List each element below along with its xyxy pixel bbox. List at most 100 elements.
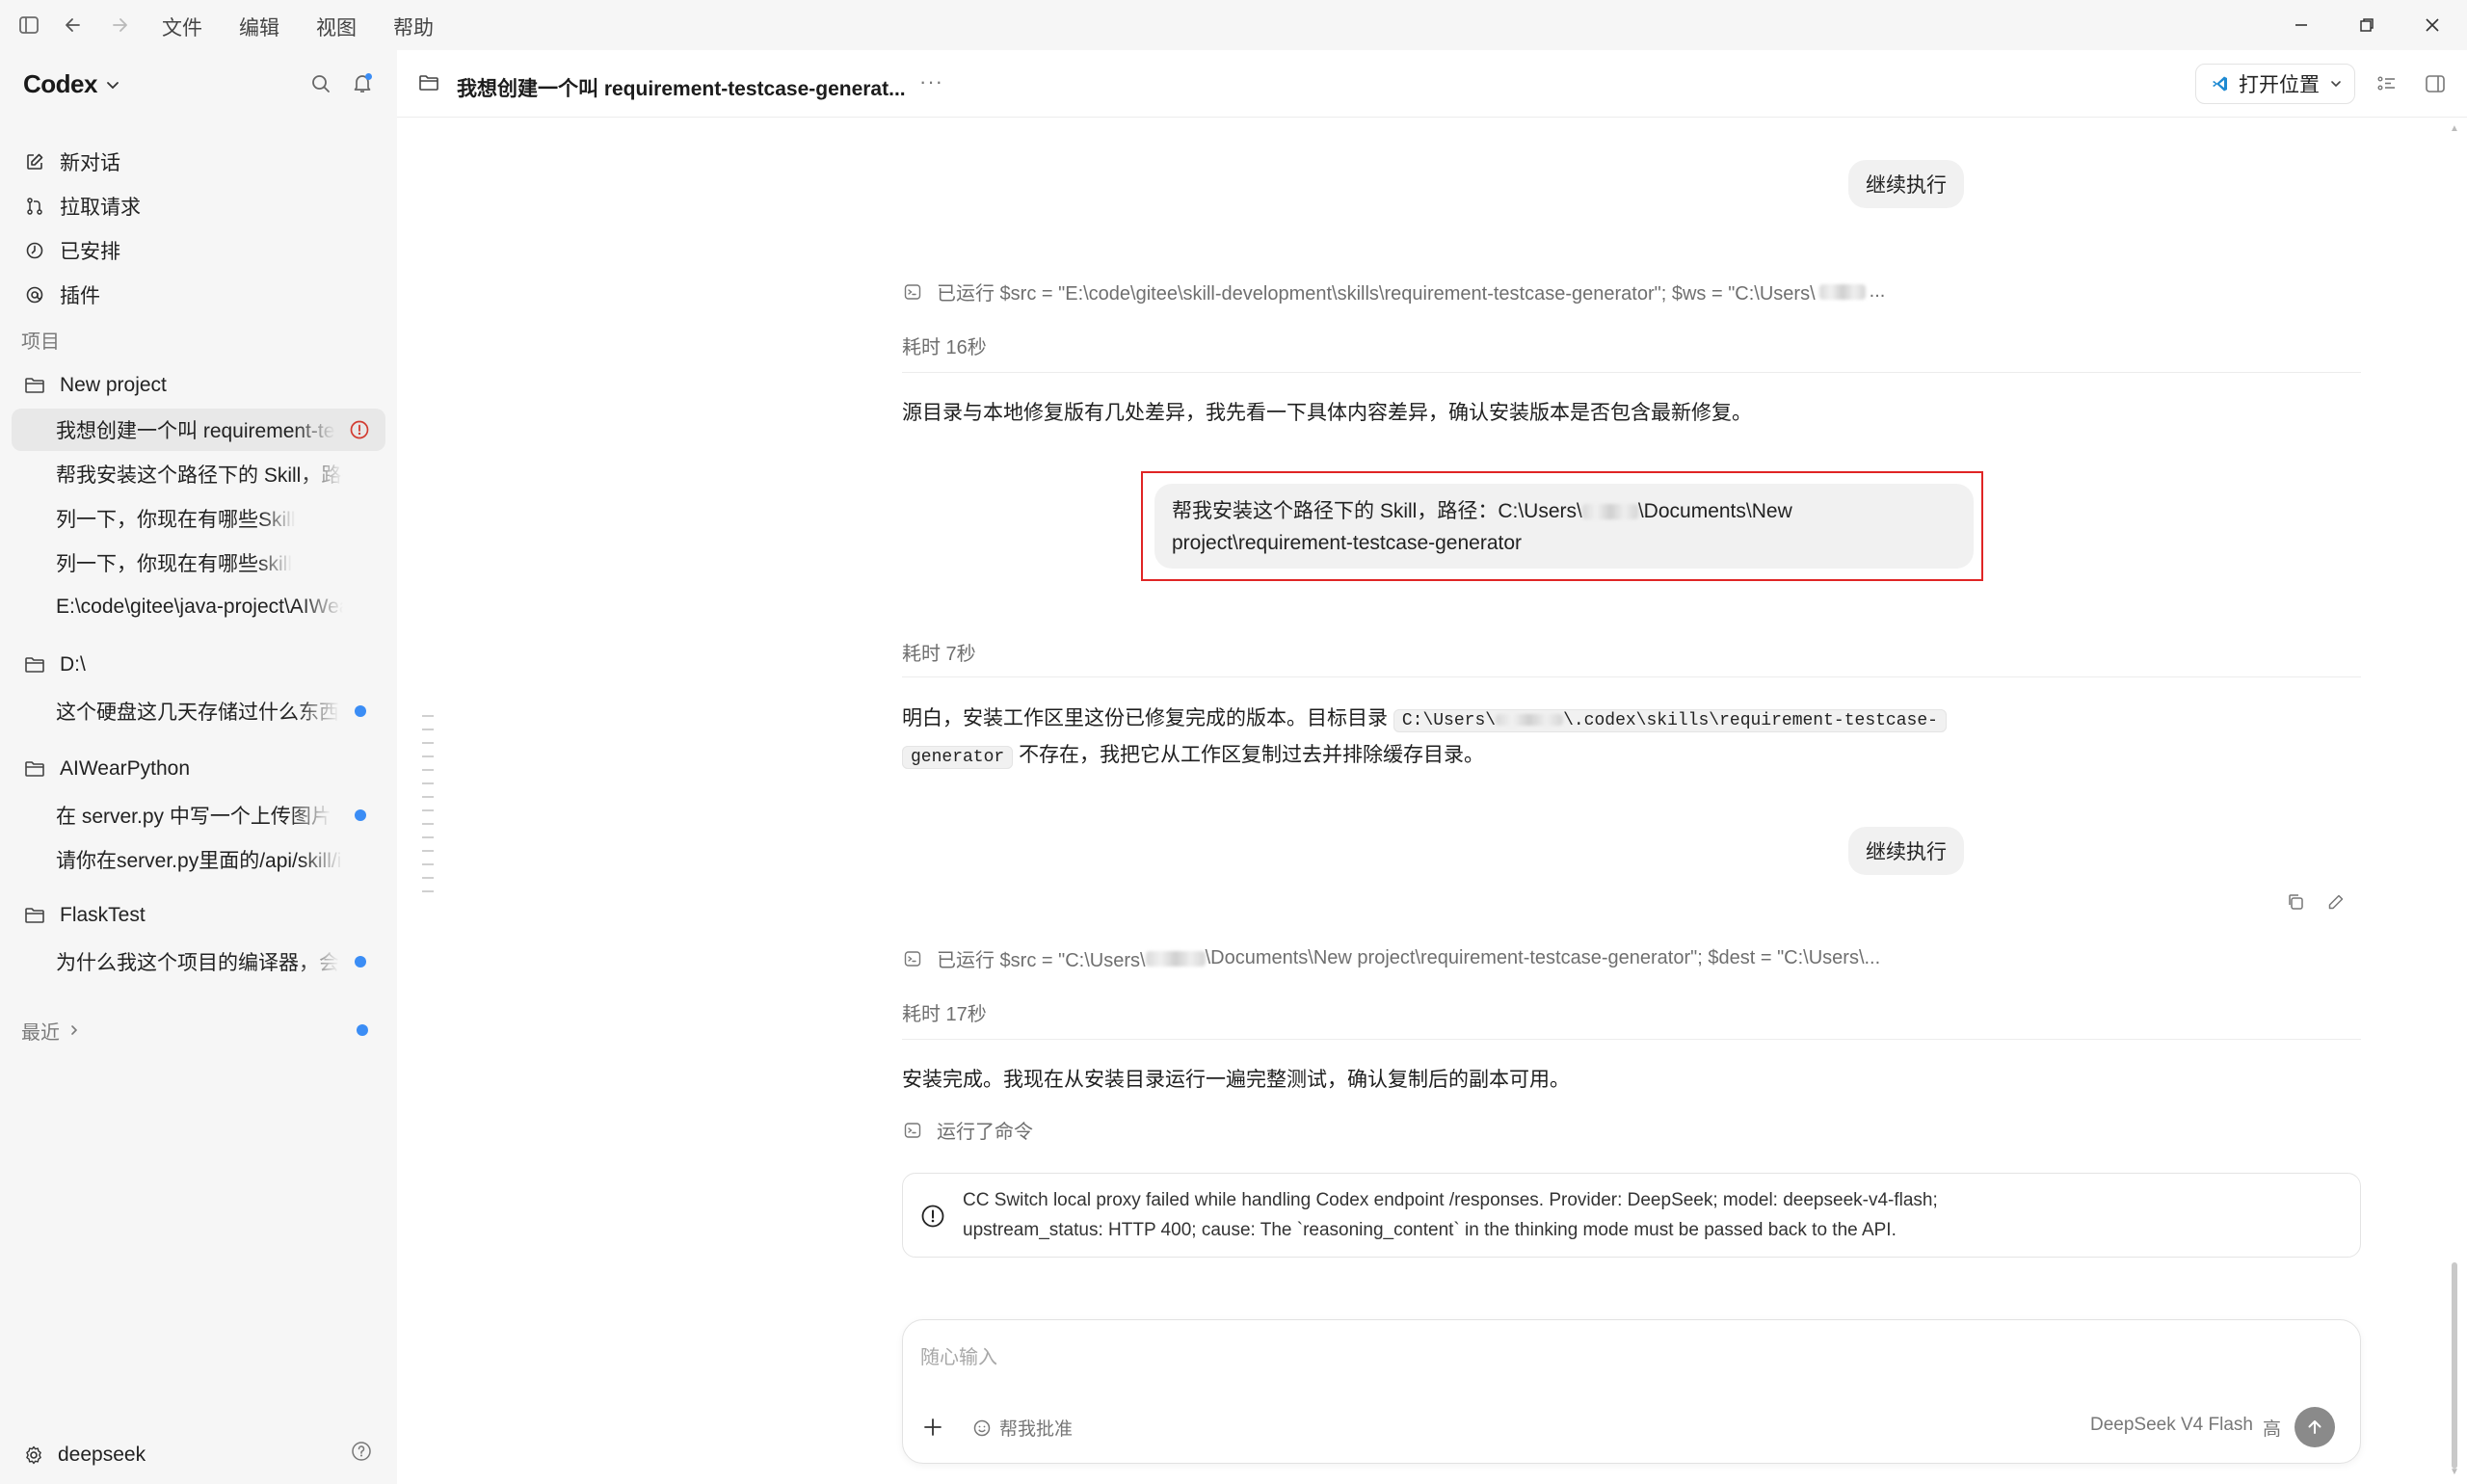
search-icon[interactable] bbox=[310, 73, 332, 99]
scroll-up-arrow-icon[interactable]: ▲ bbox=[2450, 123, 2459, 134]
workspace-switcher[interactable]: Codex bbox=[23, 69, 120, 99]
chevron-down-icon bbox=[105, 77, 120, 93]
thread-item[interactable]: 列一下，你现在有哪些skill bbox=[12, 542, 385, 584]
close-button[interactable] bbox=[2415, 8, 2450, 42]
user-message-text: project\requirement-testcase-generator bbox=[1172, 532, 1523, 554]
edit-pencil-icon[interactable] bbox=[2326, 892, 2346, 912]
more-options-button[interactable]: ··· bbox=[919, 69, 943, 94]
copy-icon[interactable] bbox=[2286, 892, 2305, 912]
thread-title: 请你在server.py里面的/api/skill/image bbox=[56, 850, 343, 872]
thread-header: 我想创建一个叫 requirement-testcase-generat... … bbox=[397, 50, 2467, 118]
thread-item[interactable]: 帮我安装这个路径下的 Skill，路径： bbox=[12, 453, 385, 495]
error-text-line: upstream_status: HTTP 400; cause: The `r… bbox=[963, 1220, 1897, 1240]
assistant-message: 明白，安装工作区里这份已修复完成的版本。目标目录 C:\Users\ \.code… bbox=[902, 702, 2361, 775]
terminal-icon bbox=[902, 281, 923, 303]
redacted-text bbox=[1818, 283, 1866, 300]
project-name: D:\ bbox=[60, 653, 86, 676]
thread-item[interactable]: 在 server.py 中写一个上传图片 bbox=[12, 794, 385, 836]
command-text-tail: ... bbox=[1869, 280, 1886, 302]
project-aiwearpython[interactable]: AIWearPython bbox=[12, 748, 385, 790]
user-message-text: 继续执行 bbox=[1866, 841, 1947, 863]
error-icon bbox=[349, 419, 370, 440]
smile-icon bbox=[972, 1418, 992, 1438]
model-name: DeepSeek V4 Flash bbox=[2089, 1415, 2253, 1435]
nav-label: 已安排 bbox=[60, 241, 120, 263]
folder-icon bbox=[23, 374, 46, 397]
user-message: 继续执行 bbox=[1848, 827, 1964, 875]
pull-request-icon bbox=[23, 195, 46, 218]
thread-item[interactable]: 为什么我这个项目的编译器，会 bbox=[12, 941, 385, 983]
command-run-row[interactable]: 已运行 $src = "C:\Users\ \Documents\New pro… bbox=[902, 944, 1880, 972]
assistant-text: 不存在，我把它从工作区复制过去并排除缓存目录。 bbox=[1019, 744, 1485, 766]
panel-toggle-icon[interactable] bbox=[2425, 73, 2446, 94]
title-bar: 文件 编辑 视图 帮助 bbox=[0, 0, 2467, 50]
back-arrow-icon[interactable] bbox=[60, 12, 87, 39]
approval-mode-button[interactable]: 帮我批准 bbox=[972, 1415, 1073, 1441]
elapsed-time: 耗时 16秒 bbox=[902, 337, 987, 358]
thread-item[interactable]: 这个硬盘这几天存储过什么东西 bbox=[12, 690, 385, 732]
thread-title: 为什么我这个项目的编译器，会 bbox=[56, 952, 339, 974]
input-placeholder: 随心输入 bbox=[920, 1347, 997, 1368]
scrollbar-thumb[interactable] bbox=[2452, 1262, 2457, 1469]
forward-arrow-icon[interactable] bbox=[106, 12, 133, 39]
thread-title: 我想创建一个叫 requirement-testcase-generator bbox=[56, 420, 335, 442]
nav-label: 拉取请求 bbox=[60, 197, 141, 219]
add-attachment-button[interactable] bbox=[922, 1417, 943, 1438]
user-message: 帮我安装这个路径下的 Skill，路径：C:\Users\ \Documents\… bbox=[1154, 484, 1974, 569]
project-name: FlaskTest bbox=[60, 904, 146, 926]
terminal-icon bbox=[902, 948, 923, 969]
thread-title: E:\code\gitee\java-project\AIWear- bbox=[56, 596, 343, 618]
tasks-list-icon[interactable] bbox=[2376, 73, 2398, 94]
model-selector[interactable]: DeepSeek V4 Flash 高 bbox=[1728, 1415, 2281, 1441]
unread-dot bbox=[357, 1024, 368, 1036]
conversation-outline[interactable] bbox=[397, 50, 455, 1484]
thread-item-active[interactable]: 我想创建一个叫 requirement-testcase-generator bbox=[12, 409, 385, 451]
menu-view[interactable]: 视图 bbox=[316, 13, 357, 41]
scroll-down-arrow-icon[interactable]: ▼ bbox=[2450, 1467, 2459, 1477]
menu-edit[interactable]: 编辑 bbox=[239, 13, 279, 41]
minimize-button[interactable] bbox=[2284, 8, 2319, 42]
composer: 随心输入 帮我批准 DeepSeek V4 Flash 高 bbox=[902, 1319, 2361, 1464]
nav-label: 插件 bbox=[60, 285, 100, 307]
thread-title: 帮我安装这个路径下的 Skill，路径： bbox=[56, 464, 343, 487]
thread-item[interactable]: E:\code\gitee\java-project\AIWear- bbox=[12, 586, 385, 628]
assistant-message: 源目录与本地修复版有几处差异，我先看一下具体内容差异，确认安装版本是否包含最新修… bbox=[902, 402, 1752, 424]
user-message-text: \Documents\New bbox=[1637, 500, 1792, 522]
project-flasktest[interactable]: FlaskTest bbox=[12, 894, 385, 937]
command-run-row[interactable]: 已运行 $src = "E:\code\gitee\skill-developm… bbox=[902, 278, 1885, 305]
nav-plugins[interactable]: 插件 bbox=[12, 274, 385, 316]
nav-pull-requests[interactable]: 拉取请求 bbox=[12, 185, 385, 227]
notification-bell-icon[interactable] bbox=[351, 71, 374, 99]
settings-gear-icon bbox=[23, 1444, 44, 1466]
menu-help[interactable]: 帮助 bbox=[393, 13, 434, 41]
thread-item[interactable]: 请你在server.py里面的/api/skill/image bbox=[12, 838, 385, 881]
thread-title: 列一下，你现在有哪些Skill bbox=[56, 509, 296, 531]
project-name: AIWearPython bbox=[60, 757, 191, 780]
nav-new-chat[interactable]: 新对话 bbox=[12, 141, 385, 183]
open-location-button[interactable]: 打开位置 bbox=[2195, 64, 2355, 104]
ran-command-label: 运行了命令 bbox=[937, 1122, 1033, 1143]
divider bbox=[902, 1039, 2361, 1040]
unread-dot bbox=[355, 705, 366, 717]
thread-title: 我想创建一个叫 requirement-testcase-generat... bbox=[457, 78, 906, 100]
code-text: \.codex\skills\requirement-testcase- bbox=[1563, 711, 1938, 730]
menu-file[interactable]: 文件 bbox=[162, 13, 202, 41]
account-button[interactable]: deepseek bbox=[23, 1444, 146, 1467]
open-location-label: 打开位置 bbox=[2239, 74, 2320, 96]
ran-command-row[interactable]: 运行了命令 bbox=[902, 1116, 1033, 1144]
thread-item[interactable]: 列一下，你现在有哪些Skill bbox=[12, 497, 385, 540]
help-icon[interactable] bbox=[351, 1441, 372, 1467]
project-d-drive[interactable]: D:\ bbox=[12, 644, 385, 686]
user-message-text: 帮我安装这个路径下的 Skill，路径：C:\Users\ bbox=[1172, 500, 1582, 522]
brand-name: Codex bbox=[23, 69, 97, 98]
recent-label: 最近 bbox=[21, 1021, 60, 1044]
recent-section[interactable]: 最近 bbox=[21, 1014, 378, 1047]
project-new-project[interactable]: New project bbox=[12, 364, 385, 407]
message-input[interactable]: 随心输入 bbox=[920, 1341, 2337, 1380]
unread-dot bbox=[355, 809, 366, 821]
send-button[interactable] bbox=[2295, 1407, 2335, 1447]
redacted-text bbox=[1496, 714, 1564, 727]
sidebar-toggle-icon[interactable] bbox=[15, 12, 42, 39]
restore-button[interactable] bbox=[2349, 8, 2384, 42]
nav-scheduled[interactable]: 已安排 bbox=[12, 229, 385, 272]
